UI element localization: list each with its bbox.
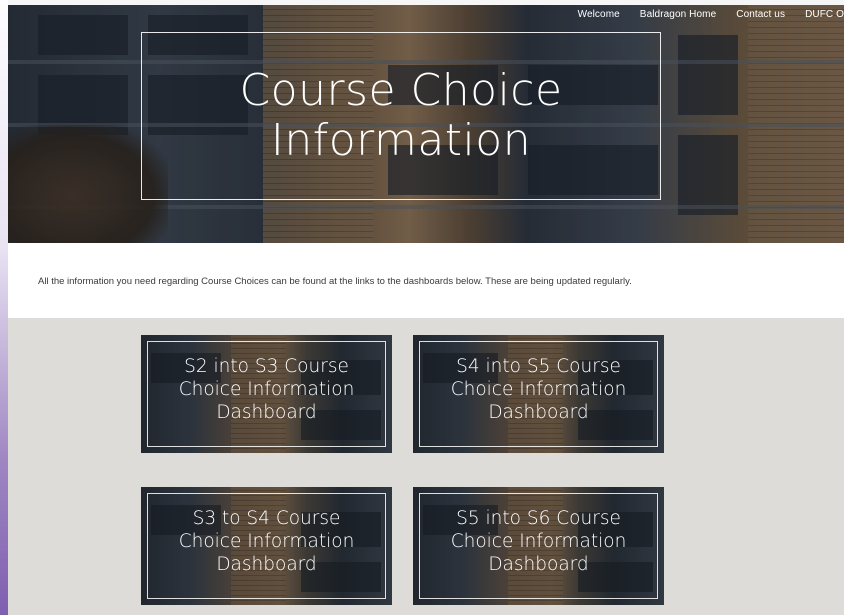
- page-title-line1: Course Choice: [239, 65, 563, 116]
- tile-label-line1: S3 to S4 Course: [192, 508, 341, 529]
- intro-section: All the information you need regarding C…: [8, 243, 844, 318]
- nav-link-dufc[interactable]: DUFC O: [805, 9, 844, 20]
- tile-label-line2: Choice Information: [450, 531, 627, 552]
- intro-text: All the information you need regarding C…: [38, 276, 632, 287]
- tile-label-line2: Choice Information: [178, 531, 355, 552]
- dashboard-tile-s5-s6[interactable]: S5 into S6 Course Choice Information Das…: [413, 487, 664, 605]
- dashboard-tile-s2-s3[interactable]: S2 into S3 Course Choice Information Das…: [141, 335, 392, 453]
- page: Welcome Baldragon Home Contact us DUFC O…: [0, 0, 844, 615]
- dashboard-tile-s3-s4[interactable]: S3 to S4 Course Choice Information Dashb…: [141, 487, 392, 605]
- dashboard-tile-s4-s5[interactable]: S4 into S5 Course Choice Information Das…: [413, 335, 664, 453]
- tile-label-line1: S4 into S5 Course: [456, 356, 621, 377]
- nav-link-baldragon-home[interactable]: Baldragon Home: [640, 9, 716, 20]
- page-title-line2: Information: [270, 115, 532, 166]
- tile-label-line2: Choice Information: [178, 379, 355, 400]
- tile-label-line1: S5 into S6 Course: [456, 508, 621, 529]
- nav-link-welcome[interactable]: Welcome: [578, 9, 620, 20]
- hero-banner: Welcome Baldragon Home Contact us DUFC O…: [8, 5, 844, 243]
- dashboard-tile-label: S5 into S6 Course Choice Information Das…: [413, 507, 664, 576]
- tile-label-line3: Dashboard: [216, 402, 317, 423]
- tile-label-line3: Dashboard: [488, 554, 589, 575]
- tile-label-line3: Dashboard: [216, 554, 317, 575]
- window-top-strip: [8, 0, 844, 5]
- dashboard-tile-label: S4 into S5 Course Choice Information Das…: [413, 355, 664, 424]
- window-frame-edge: [0, 0, 8, 615]
- hero-title-box: Course Choice Information: [141, 32, 661, 200]
- tile-label-line2: Choice Information: [450, 379, 627, 400]
- top-nav: Welcome Baldragon Home Contact us DUFC O: [578, 9, 844, 20]
- dashboard-tile-label: S2 into S3 Course Choice Information Das…: [141, 355, 392, 424]
- dashboard-tile-label: S3 to S4 Course Choice Information Dashb…: [141, 507, 392, 576]
- nav-link-contact-us[interactable]: Contact us: [736, 9, 785, 20]
- tile-label-line1: S2 into S3 Course: [184, 356, 349, 377]
- page-title: Course Choice Information: [201, 66, 601, 166]
- tile-label-line3: Dashboard: [488, 402, 589, 423]
